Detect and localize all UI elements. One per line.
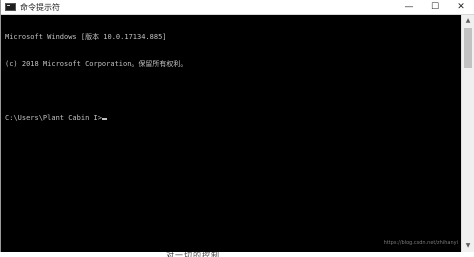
title-bar[interactable]: 命令提示符 — ☐ ✕ — [1, 0, 474, 15]
console-output[interactable]: Microsoft Windows [版本 10.0.17134.885] (c… — [5, 15, 460, 251]
window-controls: — ☐ ✕ — [396, 0, 474, 15]
prompt-text: C:\Users\Plant Cabin I> — [5, 114, 102, 122]
console-line: (c) 2018 Microsoft Corporation。保留所有权利。 — [5, 60, 188, 68]
minimize-button[interactable]: — — [396, 0, 422, 15]
command-prompt-line[interactable]: C:\Users\Plant Cabin I> — [5, 114, 460, 123]
text-cursor — [101, 118, 107, 120]
cmd-icon — [5, 3, 16, 11]
maximize-button[interactable]: ☐ — [422, 0, 448, 15]
scroll-thumb[interactable] — [464, 28, 472, 68]
console-line: Microsoft Windows [版本 10.0.17134.885] — [5, 33, 167, 41]
scroll-up-arrow-icon[interactable]: ▲ — [462, 15, 474, 27]
watermark-text: https://blog.csdn.net/zhihanyi — [383, 240, 458, 246]
scroll-down-arrow-icon[interactable]: ▼ — [462, 240, 474, 252]
close-button[interactable]: ✕ — [448, 0, 474, 15]
window-title: 命令提示符 — [20, 3, 60, 12]
command-prompt-window[interactable]: 命令提示符 — ☐ ✕ Microsoft Windows [版本 10.0.1… — [0, 0, 474, 252]
vertical-scrollbar[interactable]: ▲ ▼ — [461, 15, 474, 252]
page-text-below-window: 对一切的控制 — [166, 252, 220, 257]
